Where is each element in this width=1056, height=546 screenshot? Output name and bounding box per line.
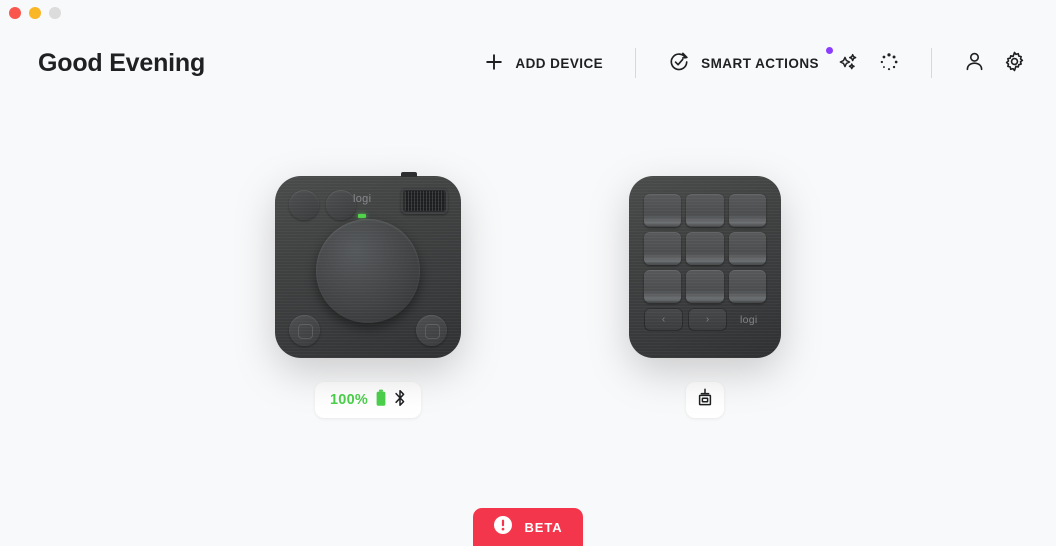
sparkles-icon-button[interactable] (829, 43, 869, 83)
page-title: Good Evening (38, 48, 206, 77)
smart-actions-button[interactable]: SMART ACTIONS (658, 45, 833, 82)
dialpad-logo: logi (353, 193, 372, 205)
beta-label: BETA (524, 519, 563, 535)
loading-dots-button[interactable] (869, 43, 909, 83)
toolbar-divider-1 (635, 48, 637, 78)
dialpad-button-1 (289, 190, 319, 220)
keypad-key (686, 270, 724, 303)
keypad-logo: logi (740, 313, 758, 326)
add-device-label: ADD DEVICE (515, 55, 604, 71)
window-close-button[interactable] (9, 7, 21, 19)
window-zoom-button (49, 7, 61, 19)
dialpad-image: logi (275, 172, 461, 358)
loading-dots-icon (878, 51, 900, 76)
window-minimize-button[interactable] (29, 7, 41, 19)
keypad-key (644, 194, 682, 227)
settings-gear-icon (1003, 50, 1026, 76)
dialpad-status-led (358, 214, 366, 218)
keypad-key (644, 232, 682, 265)
add-device-button[interactable]: ADD DEVICE (474, 46, 613, 81)
window-titlebar (0, 0, 1056, 26)
keypad-key (686, 194, 724, 227)
keypad-key-grid (644, 194, 766, 303)
sparkles-icon (838, 51, 860, 76)
keypad-key (644, 270, 682, 303)
device-list: logi 100% ‹ › logi (0, 172, 1056, 418)
keypad-image: ‹ › logi (629, 176, 781, 358)
keypad-nav-row: ‹ › logi (644, 308, 766, 331)
keypad-next-button: › (688, 308, 727, 331)
keypad-key (686, 232, 724, 265)
beta-badge[interactable]: BETA (473, 508, 583, 546)
account-button[interactable] (954, 43, 994, 83)
app-header: Good Evening ADD DEVICE SMART ACTIONS (0, 26, 1056, 100)
keypad-key (728, 194, 766, 227)
dialpad-button-2 (326, 190, 356, 220)
dialpad-button-3 (289, 315, 320, 346)
keypad-prev-button: ‹ (644, 308, 683, 331)
dialpad-status-badge[interactable]: 100% (315, 382, 421, 418)
header-toolbar: ADD DEVICE SMART ACTIONS (474, 43, 1034, 83)
alert-circle-icon (493, 515, 513, 540)
plus-icon (484, 52, 504, 75)
dialpad-button-4 (416, 315, 447, 346)
beta-banner-wrap: BETA (0, 508, 1056, 546)
device-card-keypad[interactable]: ‹ › logi (629, 176, 781, 418)
settings-button[interactable] (994, 43, 1034, 83)
circular-arrow-check-icon (668, 51, 690, 76)
bluetooth-icon (394, 389, 406, 412)
toolbar-divider-2 (931, 48, 932, 78)
usb-receiver-icon (696, 387, 714, 413)
keypad-key (728, 232, 766, 265)
dialpad-roller (401, 188, 448, 214)
battery-icon (375, 389, 387, 412)
dialpad-nub (401, 172, 417, 177)
dialpad-dial (316, 218, 420, 323)
device-card-dialpad[interactable]: logi 100% (275, 172, 461, 418)
battery-percent-label: 100% (330, 392, 368, 408)
keypad-key (728, 270, 766, 303)
keypad-status-badge[interactable] (686, 382, 724, 418)
smart-actions-label: SMART ACTIONS (701, 55, 819, 71)
account-icon (963, 50, 986, 76)
